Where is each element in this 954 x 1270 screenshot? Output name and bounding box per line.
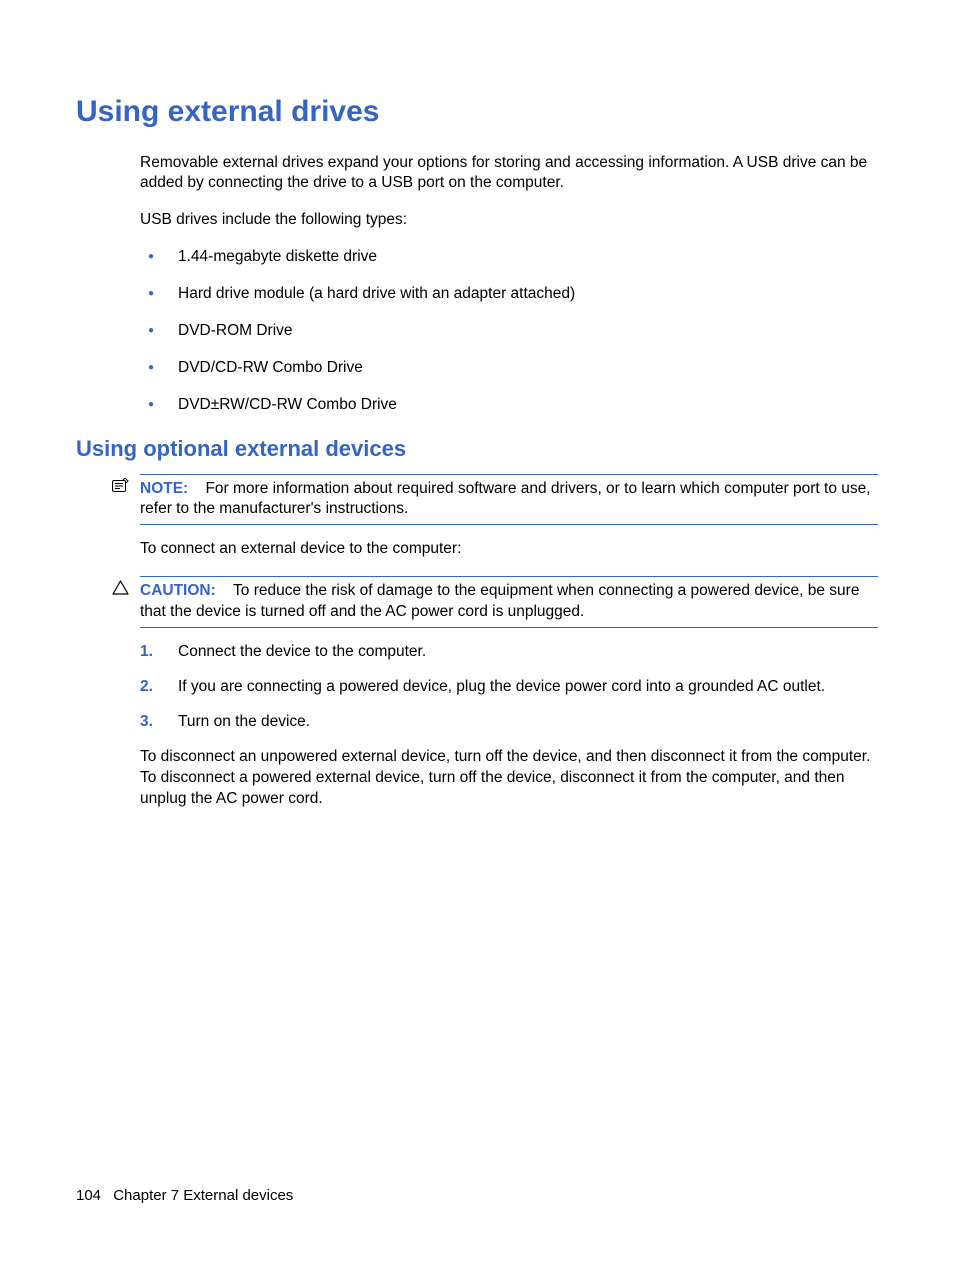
disconnect-paragraph: To disconnect an unpowered external devi… [140,747,878,810]
chapter-label: Chapter 7 External devices [113,1187,293,1204]
steps-list: Connect the device to the computer. If y… [140,642,878,733]
caution-callout: CAUTION: To reduce the risk of damage to… [112,576,878,628]
note-text: For more information about required soft… [140,480,871,518]
caution-label: CAUTION: [140,582,216,599]
list-item: 1.44-megabyte diskette drive [140,247,878,268]
drive-types-list: 1.44-megabyte diskette drive Hard drive … [140,247,878,416]
page-number: 104 [76,1187,101,1204]
step-item: Connect the device to the computer. [140,642,878,663]
list-item: Hard drive module (a hard drive with an … [140,284,878,305]
connect-intro: To connect an external device to the com… [140,539,878,560]
connect-intro-block: To connect an external device to the com… [140,539,878,560]
intro-paragraph-1: Removable external drives expand your op… [140,153,878,195]
subsection-heading: Using optional external devices [76,434,878,464]
list-item: DVD/CD-RW Combo Drive [140,358,878,379]
intro-block: Removable external drives expand your op… [140,153,878,416]
caution-text: To reduce the risk of damage to the equi… [140,582,859,620]
list-item: DVD±RW/CD-RW Combo Drive [140,395,878,416]
section-heading: Using external drives [76,92,878,133]
note-body: NOTE: For more information about require… [140,474,878,526]
note-icon [112,474,140,492]
step-item: Turn on the device. [140,712,878,733]
caution-body: CAUTION: To reduce the risk of damage to… [140,576,878,628]
note-label: NOTE: [140,480,188,497]
step-item: If you are connecting a powered device, … [140,677,878,698]
caution-icon [112,576,140,595]
list-item: DVD-ROM Drive [140,321,878,342]
intro-paragraph-2: USB drives include the following types: [140,210,878,231]
steps-block: Connect the device to the computer. If y… [140,642,878,810]
page-footer: 104 Chapter 7 External devices [76,1186,293,1206]
note-callout: NOTE: For more information about require… [112,474,878,526]
